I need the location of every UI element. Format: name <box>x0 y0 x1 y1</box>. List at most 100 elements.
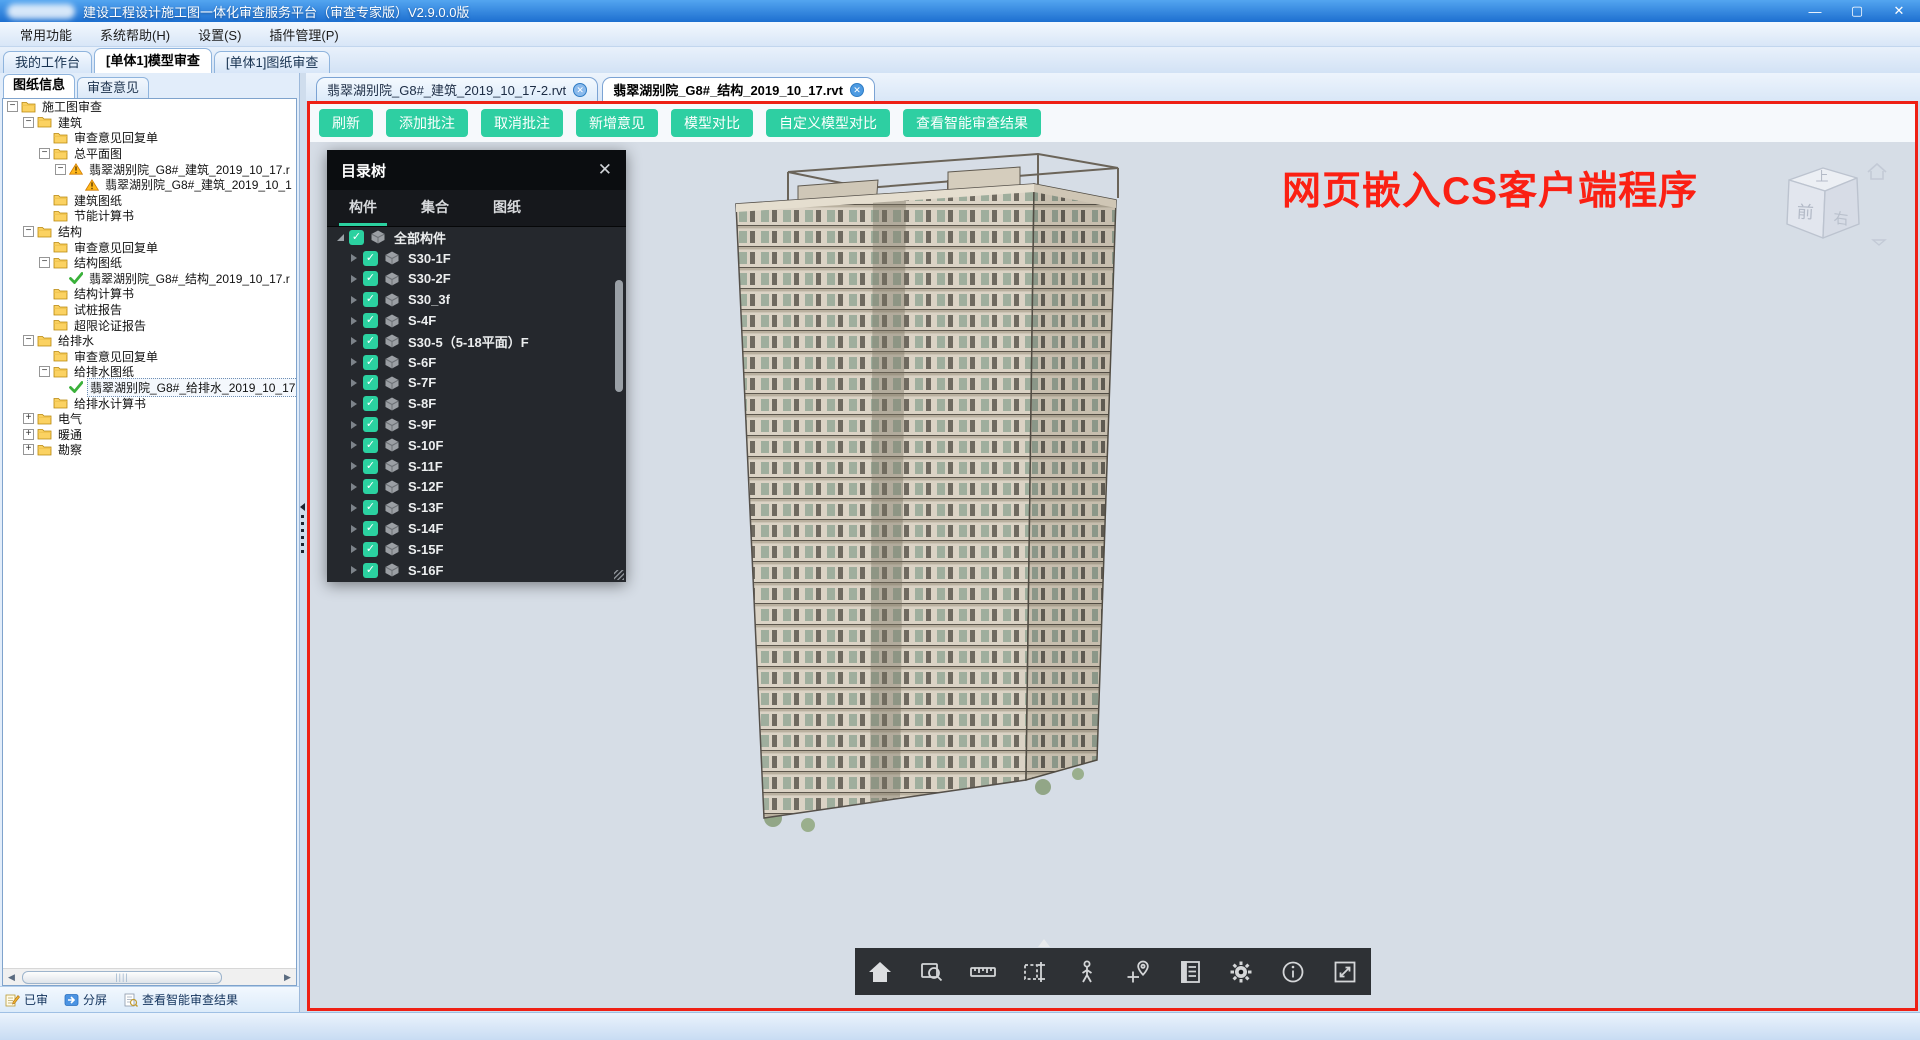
tree-row[interactable]: − 结构图纸 <box>3 255 296 271</box>
tree-item-label[interactable]: 超限论证报告 <box>72 317 148 334</box>
tree-item-label[interactable]: 试桩报告 <box>72 301 124 318</box>
catalog-row[interactable]: ✓S30-5（5-18平面）F <box>327 331 626 352</box>
sidebar-tab-0[interactable]: 图纸信息 <box>3 74 75 98</box>
main-tab-2[interactable]: [单体1]图纸审查 <box>214 51 330 73</box>
visibility-checkbox[interactable]: ✓ <box>363 521 378 536</box>
visibility-checkbox[interactable]: ✓ <box>363 396 378 411</box>
zoom-area-icon[interactable] <box>918 958 946 986</box>
collapse-icon[interactable]: − <box>39 257 50 268</box>
collapsed-arrow-icon[interactable] <box>351 545 357 553</box>
tree-item-label[interactable]: 审查意见回复单 <box>72 129 160 146</box>
tree-item-label[interactable]: 结构图纸 <box>72 254 124 271</box>
tree-item-label[interactable]: 电气 <box>56 410 84 427</box>
tree-horizontal-scrollbar[interactable]: ◀ |||| ▶ <box>3 968 296 985</box>
collapsed-arrow-icon[interactable] <box>351 504 357 512</box>
collapse-icon[interactable]: − <box>55 164 66 175</box>
visibility-checkbox[interactable]: ✓ <box>363 500 378 515</box>
sidebar-tab-1[interactable]: 审查意见 <box>77 77 149 98</box>
visibility-checkbox[interactable]: ✓ <box>363 292 378 307</box>
tree-row[interactable]: + 勘察 <box>3 442 296 458</box>
collapsed-arrow-icon[interactable] <box>351 441 357 449</box>
catalog-row[interactable]: ✓S-6F <box>327 352 626 373</box>
tree-item-label[interactable]: 暖通 <box>56 426 84 443</box>
tree-row[interactable]: −施工图审查 <box>3 99 296 115</box>
tree-item-label[interactable]: 给排水计算书 <box>72 395 148 412</box>
collapsed-arrow-icon[interactable] <box>351 525 357 533</box>
building-model[interactable] <box>648 142 1148 832</box>
settings-gear-icon[interactable] <box>1227 958 1255 986</box>
catalog-row[interactable]: ✓S-13F <box>327 497 626 518</box>
catalog-tab-2[interactable]: 图纸 <box>471 190 543 226</box>
catalog-row[interactable]: ✓S30-1F <box>327 248 626 269</box>
close-tab-icon[interactable]: ✕ <box>850 83 864 97</box>
toolbar-button-6[interactable]: 查看智能审查结果 <box>903 109 1041 137</box>
toolbar-button-5[interactable]: 自定义模型对比 <box>766 109 890 137</box>
expanded-arrow-icon[interactable] <box>337 234 344 241</box>
main-tab-0[interactable]: 我的工作台 <box>3 51 92 73</box>
tree-row[interactable]: 超限论证报告 <box>3 317 296 333</box>
collapsed-arrow-icon[interactable] <box>351 379 357 387</box>
footer-item-2[interactable]: 查看智能审查结果 <box>123 991 238 1008</box>
expand-icon[interactable]: + <box>23 429 34 440</box>
tree-row[interactable]: −建筑 <box>3 115 296 131</box>
tree-row[interactable]: −总平面图 <box>3 146 296 162</box>
expand-icon[interactable]: + <box>23 444 34 455</box>
toolbar-button-2[interactable]: 取消批注 <box>481 109 563 137</box>
document-tab-0[interactable]: 翡翠湖别院_G8#_建筑_2019_10_17-2.rvt✕ <box>316 77 598 101</box>
catalog-tab-1[interactable]: 集合 <box>399 190 471 226</box>
cube-face-front[interactable]: 前 <box>1796 203 1814 223</box>
visibility-checkbox[interactable]: ✓ <box>363 355 378 370</box>
catalog-row[interactable]: ✓S-14F <box>327 518 626 539</box>
tree-item-label[interactable]: 翡翠湖别院_G8#_建筑_2019_10_17.r <box>87 161 292 178</box>
collapsed-arrow-icon[interactable] <box>351 358 357 366</box>
footer-item-0[interactable]: 已审 <box>5 991 48 1008</box>
fullscreen-icon[interactable] <box>1331 958 1359 986</box>
close-button[interactable]: ✕ <box>1878 0 1920 22</box>
home-icon[interactable] <box>866 958 894 986</box>
close-tab-icon[interactable]: ✕ <box>573 83 587 97</box>
catalog-row[interactable]: ✓S-16F <box>327 560 626 581</box>
tree-item-label[interactable]: 勘察 <box>56 441 84 458</box>
collapsed-arrow-icon[interactable] <box>351 275 357 283</box>
toolbar-button-3[interactable]: 新增意见 <box>576 109 658 137</box>
expand-icon[interactable]: + <box>23 413 34 424</box>
catalog-row[interactable]: ✓S-8F <box>327 393 626 414</box>
footer-item-1[interactable]: 分屏 <box>64 991 107 1008</box>
visibility-checkbox[interactable]: ✓ <box>363 479 378 494</box>
tree-item-label[interactable]: 结构 <box>56 223 84 240</box>
section-icon[interactable] <box>1021 958 1049 986</box>
collapse-icon[interactable]: − <box>39 366 50 377</box>
visibility-checkbox[interactable]: ✓ <box>363 417 378 432</box>
visibility-checkbox[interactable]: ✓ <box>363 563 378 578</box>
catalog-row[interactable]: ✓S-15F <box>327 539 626 560</box>
tree-row[interactable]: + 暖通 <box>3 426 296 442</box>
scroll-right-icon[interactable]: ▶ <box>279 969 296 985</box>
catalog-row[interactable]: ✓S-4F <box>327 310 626 331</box>
tree-row[interactable]: 建筑图纸 <box>3 193 296 209</box>
collapsed-arrow-icon[interactable] <box>351 254 357 262</box>
tree-item-label[interactable]: 建筑 <box>56 114 84 131</box>
maximize-button[interactable]: ▢ <box>1836 0 1878 22</box>
menu-item-2[interactable]: 设置(S) <box>184 25 255 44</box>
tree-item-label[interactable]: 翡翠湖别院_G8#_建筑_2019_10_1 <box>103 176 294 193</box>
tree-item-label[interactable]: 审查意见回复单 <box>72 348 160 365</box>
collapsed-arrow-icon[interactable] <box>351 337 357 345</box>
tree-item-label[interactable]: 结构计算书 <box>72 285 136 302</box>
model-viewport[interactable]: 网页嵌入CS客户端程序 目录树 ✕ 构件集合图纸 ✓全部构件✓S30-1F✓S3… <box>310 142 1915 1008</box>
tree-row[interactable]: 翡翠湖别院_G8#_建筑_2019_10_1 <box>3 177 296 193</box>
info-icon[interactable] <box>1279 958 1307 986</box>
visibility-checkbox[interactable]: ✓ <box>363 459 378 474</box>
tree-row[interactable]: 节能计算书 <box>3 208 296 224</box>
tree-row[interactable]: 翡翠湖别院_G8#_结构_2019_10_17.r <box>3 271 296 287</box>
collapsed-arrow-icon[interactable] <box>351 421 357 429</box>
menu-item-1[interactable]: 系统帮助(H) <box>86 25 184 44</box>
tree-item-label[interactable]: 节能计算书 <box>72 207 136 224</box>
tree-row[interactable]: 翡翠湖别院_G8#_给排水_2019_10_17 <box>3 380 296 396</box>
catalog-row[interactable]: ✓S-12F <box>327 477 626 498</box>
toolbar-button-4[interactable]: 模型对比 <box>671 109 753 137</box>
close-icon[interactable]: ✕ <box>598 160 612 180</box>
collapse-icon[interactable]: − <box>23 335 34 346</box>
tree-item-label[interactable]: 翡翠湖别院_G8#_结构_2019_10_17.r <box>87 270 292 287</box>
scroll-left-icon[interactable]: ◀ <box>3 969 20 985</box>
document-tab-1[interactable]: 翡翠湖别院_G8#_结构_2019_10_17.rvt✕ <box>602 77 875 101</box>
